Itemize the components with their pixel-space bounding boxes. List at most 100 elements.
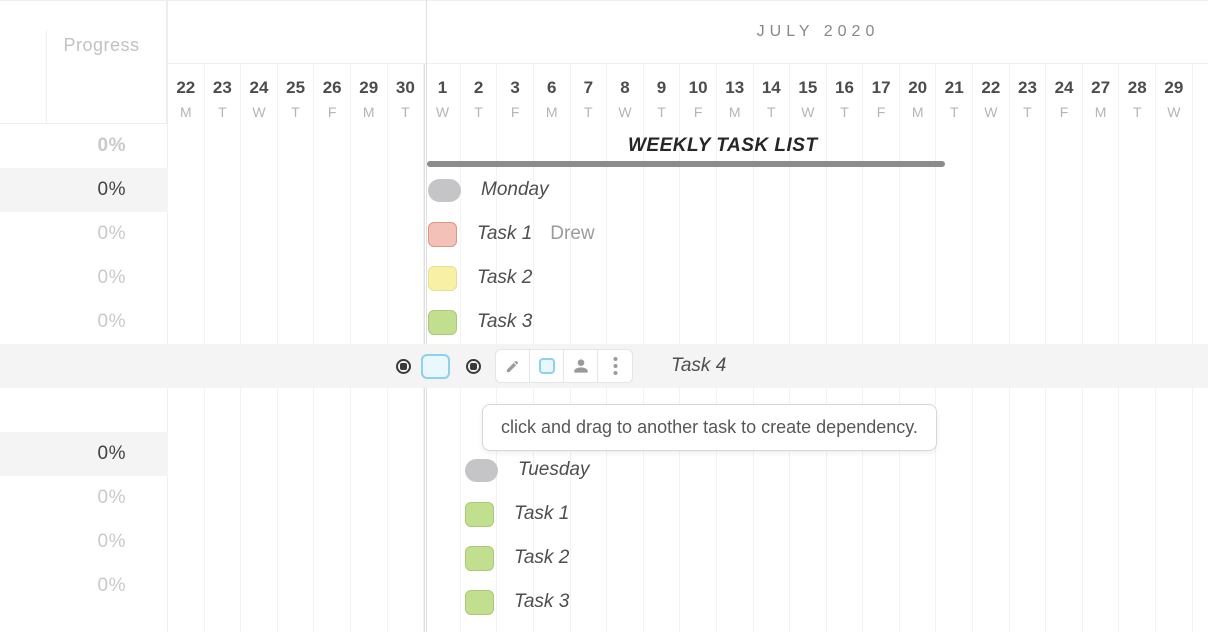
- pencil-icon: [505, 359, 520, 374]
- date-weekday: W: [607, 104, 643, 120]
- day-row-monday[interactable]: Monday: [168, 168, 1208, 212]
- progress-header: Progress: [0, 0, 167, 124]
- summary-bar[interactable]: [427, 161, 945, 167]
- dependency-handle-right[interactable]: [466, 359, 481, 374]
- date-number: 22: [168, 78, 204, 98]
- task-chip[interactable]: [465, 590, 494, 615]
- day-label: Tuesday: [518, 459, 589, 481]
- dependency-handle-left[interactable]: [396, 359, 411, 374]
- date-weekday: F: [863, 104, 899, 120]
- task-label: Task 2: [514, 547, 569, 569]
- date-number: 21: [936, 78, 972, 98]
- date-number: 8: [607, 78, 643, 98]
- tooltip-text: click and drag to another task to create…: [501, 417, 918, 437]
- date-number: 24: [1046, 78, 1082, 98]
- tooltip: click and drag to another task to create…: [482, 404, 937, 451]
- progress-sidebar: Progress 0% 0% 0% 0% 0% 0% 0% 0% 0% 0%: [0, 0, 168, 632]
- month-label: JULY 2020: [757, 23, 880, 41]
- more-vertical-icon: [613, 357, 618, 375]
- date-number: 6: [534, 78, 570, 98]
- day-chip[interactable]: [465, 459, 498, 482]
- task-label: Task 2: [477, 267, 532, 289]
- date-weekday: M: [351, 104, 387, 120]
- task-chip[interactable]: [465, 546, 494, 571]
- task-row[interactable]: Task 3: [168, 580, 1208, 624]
- list-title: WEEKLY TASK LIST: [628, 135, 818, 157]
- progress-value: 0%: [0, 564, 168, 608]
- date-number: 28: [1119, 78, 1155, 98]
- date-weekday: M: [168, 104, 204, 120]
- task-row[interactable]: Task 2: [168, 256, 1208, 300]
- task-row[interactable]: Task 2: [168, 536, 1208, 580]
- date-number: 1: [425, 78, 460, 98]
- date-number: 27: [1083, 78, 1119, 98]
- progress-value: 0%: [0, 476, 168, 520]
- task-chip[interactable]: [465, 502, 494, 527]
- date-number: 25: [278, 78, 314, 98]
- task-label: Task 3: [514, 591, 569, 613]
- progress-value: 0%: [0, 168, 168, 212]
- day-row-tuesday[interactable]: Tuesday: [168, 448, 1208, 492]
- task-row[interactable]: Task 3: [168, 300, 1208, 344]
- task-chip[interactable]: [428, 222, 457, 247]
- date-weekday: T: [936, 104, 972, 120]
- date-weekday: F: [680, 104, 716, 120]
- date-number: 30: [388, 78, 424, 98]
- progress-header-label: Progress: [63, 35, 139, 56]
- task-label: Task 3: [477, 311, 532, 333]
- date-number: 7: [571, 78, 607, 98]
- date-number: 9: [644, 78, 680, 98]
- gantt-overlay: WEEKLY TASK LIST Monday Task 1 Drew Task…: [168, 124, 1208, 632]
- edit-button[interactable]: [496, 350, 530, 382]
- task-chip[interactable]: [428, 266, 457, 291]
- person-icon: [573, 358, 589, 374]
- date-weekday: T: [278, 104, 314, 120]
- assign-button[interactable]: [564, 350, 598, 382]
- date-number: 22: [973, 78, 1009, 98]
- color-swatch-icon: [539, 358, 555, 374]
- task-row[interactable]: Task 1: [168, 492, 1208, 536]
- date-weekday: W: [241, 104, 277, 120]
- task-label: Task 1: [514, 503, 569, 525]
- date-weekday: M: [1083, 104, 1119, 120]
- progress-value: 0%: [0, 520, 168, 564]
- date-weekday: W: [973, 104, 1009, 120]
- task-chip[interactable]: [421, 354, 450, 379]
- month-header: JULY 2020: [168, 0, 1208, 64]
- task-row-active[interactable]: Task 4: [168, 344, 1208, 388]
- date-weekday: F: [314, 104, 350, 120]
- date-weekday: F: [1046, 104, 1082, 120]
- progress-value: 0%: [0, 256, 168, 300]
- date-weekday: T: [388, 104, 424, 120]
- date-weekday: T: [754, 104, 790, 120]
- task-chip[interactable]: [428, 310, 457, 335]
- more-button[interactable]: [598, 350, 632, 382]
- date-weekday: T: [1119, 104, 1155, 120]
- date-number: 2: [461, 78, 497, 98]
- date-number: 14: [754, 78, 790, 98]
- task-label: Task 1: [477, 223, 532, 245]
- date-weekday: T: [644, 104, 680, 120]
- date-number: 20: [900, 78, 936, 98]
- progress-value: [0, 388, 168, 432]
- date-number: 23: [1010, 78, 1046, 98]
- day-label: Monday: [481, 179, 549, 201]
- date-weekday: W: [790, 104, 826, 120]
- color-button[interactable]: [530, 350, 564, 382]
- date-weekday: T: [461, 104, 497, 120]
- day-chip[interactable]: [428, 179, 461, 202]
- date-number: 23: [205, 78, 241, 98]
- date-weekday: T: [571, 104, 607, 120]
- date-number: 26: [314, 78, 350, 98]
- date-number: 15: [790, 78, 826, 98]
- date-number: 29: [1156, 78, 1192, 98]
- date-weekday: F: [497, 104, 533, 120]
- task-assignee: Drew: [550, 223, 594, 245]
- date-number: 3: [497, 78, 533, 98]
- date-weekday: W: [1156, 104, 1192, 120]
- task-row[interactable]: Task 1 Drew: [168, 212, 1208, 256]
- date-number: 17: [863, 78, 899, 98]
- progress-value: 0%: [0, 124, 168, 168]
- date-weekday: M: [900, 104, 936, 120]
- date-number: 16: [827, 78, 863, 98]
